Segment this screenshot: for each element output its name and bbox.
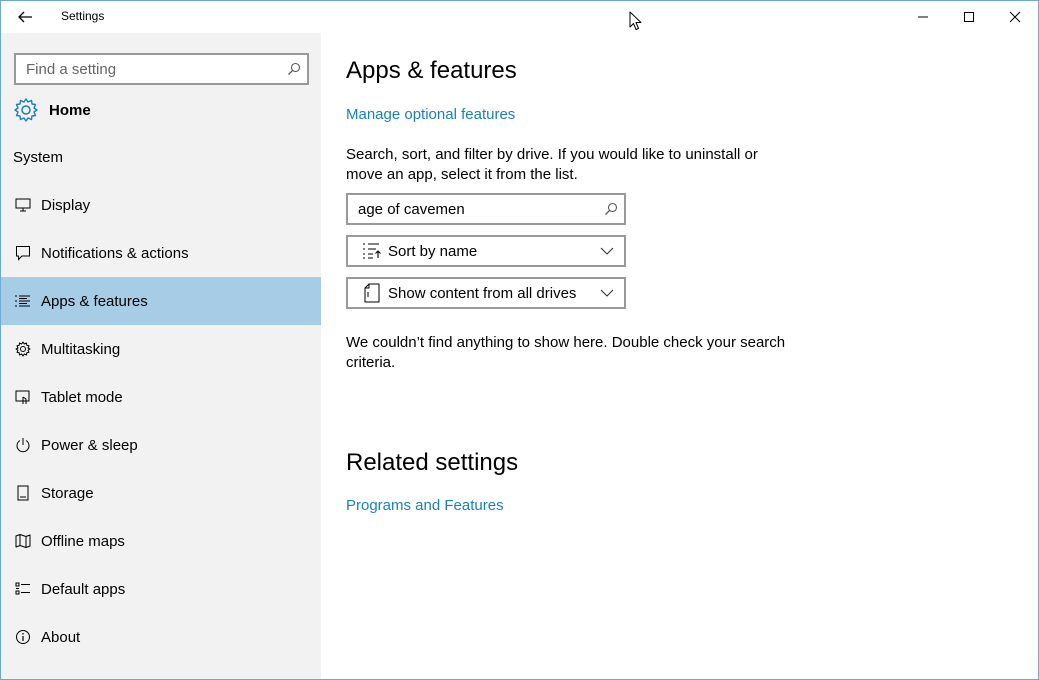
app-search-input[interactable]: [348, 195, 593, 223]
sort-dropdown-label: Sort by name: [388, 242, 478, 260]
app-search-box[interactable]: [346, 193, 626, 225]
speech-bubble-icon: [13, 243, 33, 263]
sidebar-item-display[interactable]: Display: [1, 181, 321, 229]
sidebar-item-label: Multitasking: [41, 340, 121, 358]
page-title: Apps & features: [346, 57, 517, 84]
tablet-icon: [13, 387, 33, 407]
back-arrow-icon: [18, 11, 32, 23]
chevron-down-icon: [600, 247, 614, 255]
search-icon[interactable]: [287, 62, 301, 76]
sidebar-item-label: Tablet mode: [41, 388, 123, 406]
sidebar-item-label: Power & sleep: [41, 436, 138, 454]
maximize-button[interactable]: [946, 1, 992, 33]
sidebar-item-label: Default apps: [41, 580, 126, 598]
sidebar-item-label: Storage: [41, 484, 94, 502]
description-text: Search, sort, and filter by drive. If yo…: [346, 146, 758, 183]
empty-result-message: We couldn’t find anything to show here. …: [346, 334, 786, 371]
gear-icon: [13, 339, 33, 359]
sidebar-item-about[interactable]: About: [1, 613, 321, 661]
monitor-icon: [13, 195, 33, 215]
minimize-button[interactable]: [900, 1, 946, 33]
related-settings-title: Related settings: [346, 449, 519, 476]
minimize-icon: [918, 16, 928, 18]
sidebar-item-offline-maps[interactable]: Offline maps: [1, 517, 321, 565]
home-label: Home: [49, 101, 91, 119]
drive-filter-dropdown[interactable]: Show content from all drives: [346, 277, 626, 309]
gear-icon: [14, 98, 38, 122]
map-icon: [13, 531, 33, 551]
sidebar-item-tablet-mode[interactable]: Tablet mode: [1, 373, 321, 421]
close-button[interactable]: [992, 1, 1038, 33]
list-icon: [13, 291, 33, 311]
sidebar-item-notifications[interactable]: Notifications & actions: [1, 229, 321, 277]
drive-filter-label: Show content from all drives: [388, 284, 577, 302]
settings-window: Settings Home System: [0, 0, 1039, 680]
sidebar: Home System Display Notifications & acti…: [1, 33, 321, 679]
sidebar-item-label: Offline maps: [41, 532, 125, 550]
programs-and-features-link[interactable]: Programs and Features: [346, 497, 504, 514]
storage-icon: [13, 483, 33, 503]
maximize-icon: [964, 12, 974, 22]
sidebar-item-label: Apps & features: [41, 292, 148, 310]
mouse-cursor-icon: [629, 11, 642, 30]
section-label-system: System: [13, 149, 64, 166]
close-icon: [1009, 11, 1021, 23]
drive-icon: [362, 283, 382, 303]
sort-dropdown[interactable]: Sort by name: [346, 235, 626, 267]
main-content: Apps & features Manage optional features…: [321, 33, 1038, 679]
search-icon[interactable]: [604, 202, 618, 216]
title-bar: Settings: [1, 1, 1038, 33]
sidebar-item-label: About: [41, 628, 81, 646]
find-setting-search[interactable]: [14, 53, 309, 85]
sidebar-item-storage[interactable]: Storage: [1, 469, 321, 517]
sidebar-item-power-sleep[interactable]: Power & sleep: [1, 421, 321, 469]
sidebar-item-label: Notifications & actions: [41, 244, 189, 262]
info-icon: [13, 627, 33, 647]
manage-optional-features-link[interactable]: Manage optional features: [346, 106, 515, 123]
sort-icon: [362, 241, 382, 261]
sidebar-item-label: Display: [41, 196, 91, 214]
find-setting-input[interactable]: [16, 55, 276, 83]
window-title: Settings: [61, 9, 105, 23]
home-link[interactable]: Home: [13, 95, 91, 125]
sidebar-item-multitasking[interactable]: Multitasking: [1, 325, 321, 373]
sidebar-item-apps-features[interactable]: Apps & features: [1, 277, 321, 325]
chevron-down-icon: [600, 289, 614, 297]
grid-list-icon: [13, 579, 33, 599]
nav-list: Display Notifications & actions Apps & f…: [1, 181, 321, 661]
power-icon: [13, 435, 33, 455]
sidebar-item-default-apps[interactable]: Default apps: [1, 565, 321, 613]
back-button[interactable]: [1, 1, 49, 33]
